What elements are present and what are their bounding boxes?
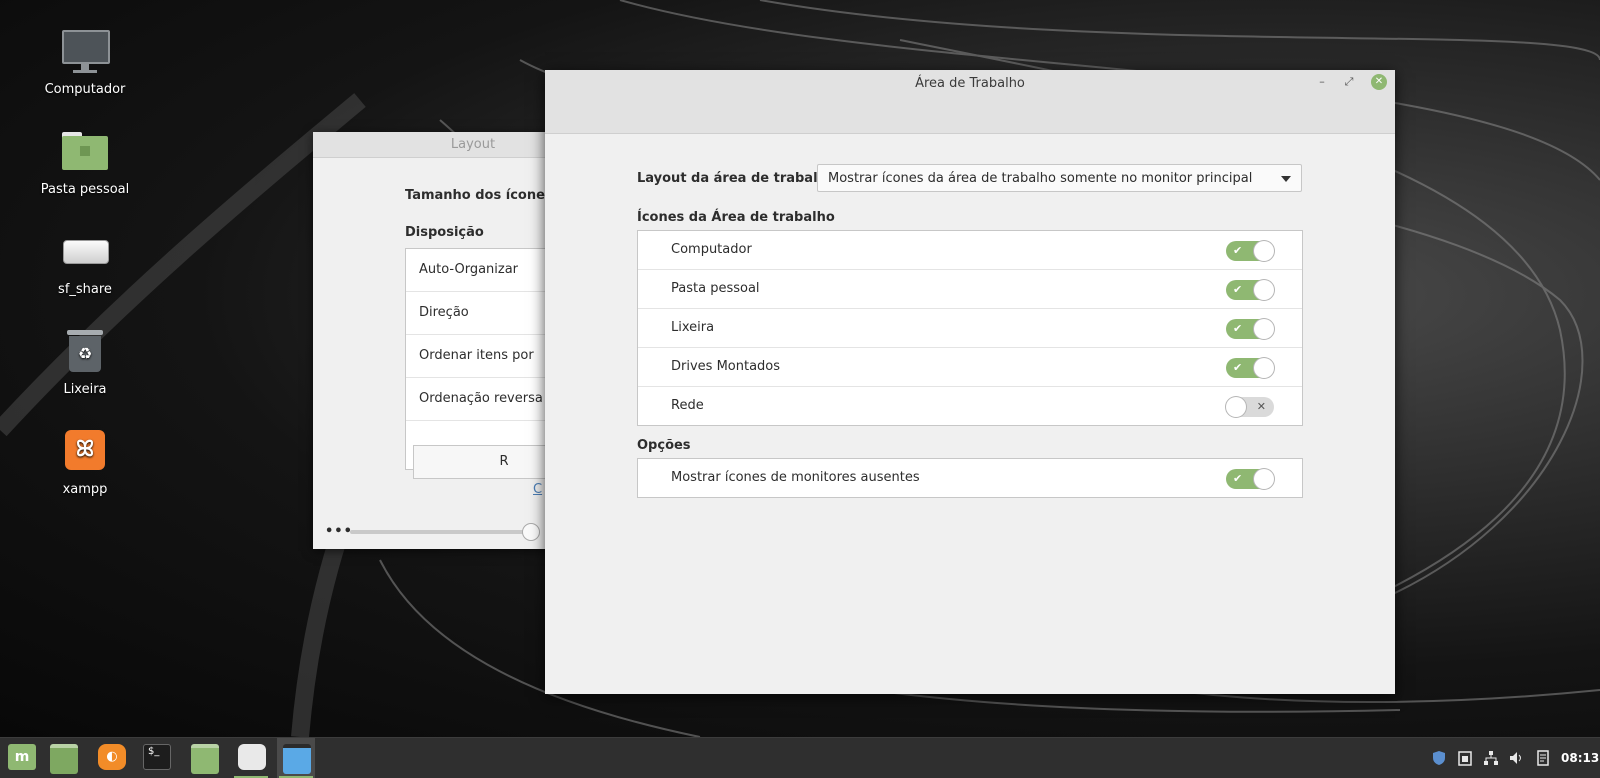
mint-menu-icon: m xyxy=(8,744,36,770)
desktop-icon-sf-share[interactable]: sf_share xyxy=(35,226,135,297)
terminal-icon: $_ xyxy=(143,744,171,770)
layout-window-title: Layout xyxy=(450,137,496,152)
desktop-settings-icon xyxy=(283,744,311,774)
arrangement-list: Auto-Organizar Direção Ordenar itens por… xyxy=(405,248,553,479)
drive-icon xyxy=(59,226,111,278)
xampp-icon: ꕤ xyxy=(59,426,111,478)
more-icon[interactable]: ••• xyxy=(325,524,353,539)
list-item-label: Lixeira xyxy=(671,320,715,335)
desktop-layout-label: Layout da área de trabalho xyxy=(637,171,836,186)
check-icon: ✔ xyxy=(1233,283,1243,296)
show-desktop-icon xyxy=(50,744,78,774)
desktop-icon-label: Pasta pessoal xyxy=(40,182,130,197)
home-folder-icon xyxy=(59,126,111,178)
arrangement-row[interactable]: Ordenar itens por xyxy=(406,335,553,378)
check-icon: ✔ xyxy=(1233,361,1243,374)
maximize-icon[interactable]: ⤢ xyxy=(1341,74,1357,90)
list-item-missing-monitors: Mostrar ícones de monitores ausentes ✔ xyxy=(638,459,1302,497)
trash-icon: ♻ xyxy=(59,326,111,378)
check-icon: ✔ xyxy=(1233,322,1243,335)
update-shield-icon[interactable] xyxy=(1431,750,1447,766)
desktop-icon-xampp[interactable]: ꕤ xampp xyxy=(35,426,135,497)
list-item-home: Pasta pessoal ✔ xyxy=(638,270,1302,309)
clipboard-icon[interactable] xyxy=(1457,750,1473,766)
list-item-label: Mostrar ícones de monitores ausentes xyxy=(671,470,920,485)
notes-icon[interactable] xyxy=(1535,750,1551,766)
list-item-trash: Lixeira ✔ xyxy=(638,309,1302,348)
files-icon xyxy=(191,744,219,774)
configure-link[interactable]: C xyxy=(533,482,542,497)
computer-toggle[interactable]: ✔ xyxy=(1226,241,1274,261)
arrangement-row[interactable]: Auto-Organizar xyxy=(406,249,553,292)
window-titlebar[interactable]: Área de Trabalho – ⤢ ✕ xyxy=(545,70,1395,134)
desktop-layout-row: Layout da área de trabalho xyxy=(637,164,836,194)
terminal-launcher[interactable]: $_ xyxy=(137,738,175,778)
desktop-icon-home[interactable]: Pasta pessoal xyxy=(35,126,135,197)
arrangement-row[interactable]: Ordenação reversa xyxy=(406,378,553,421)
slider-handle[interactable] xyxy=(522,523,540,541)
mounted-drives-toggle[interactable]: ✔ xyxy=(1226,358,1274,378)
firefox-icon: ◐ xyxy=(98,744,126,770)
network-toggle[interactable]: ✕ xyxy=(1226,397,1274,417)
desktop-icon-computer[interactable]: Computador xyxy=(35,26,135,97)
arrangement-row[interactable]: Direção xyxy=(406,292,553,335)
window-title: Área de Trabalho xyxy=(915,76,1025,91)
list-item-computer: Computador ✔ xyxy=(638,231,1302,270)
desktop-icon-label: Computador xyxy=(44,82,126,97)
volume-icon[interactable] xyxy=(1508,750,1524,766)
check-icon: ✔ xyxy=(1233,472,1243,485)
taskbar: m ◐ $_ 08:13 xyxy=(0,737,1600,778)
options-section-title: Opções xyxy=(637,438,691,453)
show-desktop-button[interactable] xyxy=(44,738,82,778)
trash-toggle[interactable]: ✔ xyxy=(1226,319,1274,339)
firefox-launcher[interactable]: ◐ xyxy=(92,738,130,778)
layout-window[interactable]: Layout Tamanho dos ícones Disposição Aut… xyxy=(313,132,553,549)
arrangement-label: Disposição xyxy=(405,225,484,240)
icon-size-slider[interactable] xyxy=(350,530,530,534)
list-item-mounted-drives: Drives Montados ✔ xyxy=(638,348,1302,387)
desktop-icons-list: Computador ✔ Pasta pessoal ✔ Lixeira ✔ D… xyxy=(637,230,1303,426)
desktop-icons-section-title: Ícones da Área de trabalho xyxy=(637,210,835,225)
close-icon[interactable]: ✕ xyxy=(1371,74,1387,90)
desktop-settings-window[interactable]: Área de Trabalho – ⤢ ✕ Layout da área de… xyxy=(545,70,1395,694)
files-launcher[interactable] xyxy=(185,738,223,778)
cross-icon: ✕ xyxy=(1256,400,1266,413)
desktop-icon-label: sf_share xyxy=(58,282,112,297)
desktop-settings-window-button[interactable] xyxy=(277,738,315,778)
options-list: Mostrar ícones de monitores ausentes ✔ xyxy=(637,458,1303,498)
list-item-label: Pasta pessoal xyxy=(671,281,760,296)
icon-size-label: Tamanho dos ícones xyxy=(405,188,553,203)
home-folder-toggle[interactable]: ✔ xyxy=(1226,280,1274,300)
list-item-label: Computador xyxy=(671,242,752,257)
clock[interactable]: 08:13 xyxy=(1561,738,1599,778)
desktop-icon-label: xampp xyxy=(62,482,108,497)
list-item-network: Rede ✕ xyxy=(638,387,1302,425)
settings-window-button[interactable] xyxy=(232,738,270,778)
missing-monitors-toggle[interactable]: ✔ xyxy=(1226,469,1274,489)
minimize-icon[interactable]: – xyxy=(1314,74,1330,90)
chevron-down-icon xyxy=(1281,176,1291,182)
list-item-label: Rede xyxy=(671,398,704,413)
desktop-layout-value: Mostrar ícones da área de trabalho somen… xyxy=(828,171,1253,186)
desktop-icon-trash[interactable]: ♻ Lixeira xyxy=(35,326,135,397)
settings-icon xyxy=(238,744,266,770)
reset-button[interactable]: R xyxy=(413,445,553,479)
desktop-layout-dropdown[interactable]: Mostrar ícones da área de trabalho somen… xyxy=(817,164,1302,192)
network-icon[interactable] xyxy=(1483,750,1499,766)
mint-menu-button[interactable]: m xyxy=(2,738,40,778)
check-icon: ✔ xyxy=(1233,244,1243,257)
layout-window-titlebar[interactable]: Layout xyxy=(313,132,553,158)
list-item-label: Drives Montados xyxy=(671,359,781,374)
monitor-icon xyxy=(59,26,111,78)
desktop-icon-label: Lixeira xyxy=(63,382,107,397)
